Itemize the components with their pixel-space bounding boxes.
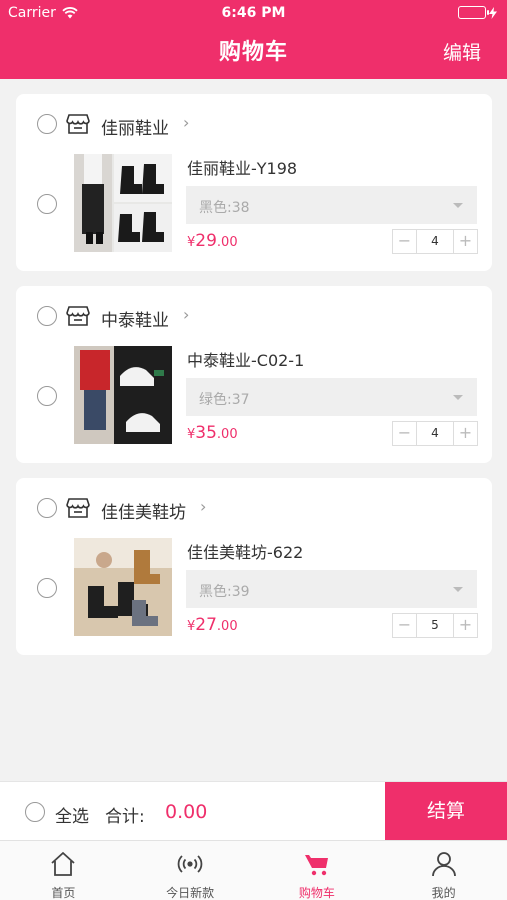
battery-indicator — [458, 6, 497, 19]
increment-button[interactable]: + — [453, 422, 477, 445]
product-photo — [74, 538, 172, 636]
user-icon — [431, 852, 456, 877]
sku-selector[interactable]: 绿色:37 — [186, 378, 477, 416]
quantity-value[interactable]: 4 — [417, 422, 453, 445]
sku-value: 黑色:38 — [199, 200, 250, 216]
quantity-stepper: − 4 + — [392, 229, 478, 254]
store-icon — [66, 114, 90, 134]
item-select-radio[interactable] — [37, 194, 57, 214]
home-icon — [51, 852, 75, 876]
decrement-button[interactable]: − — [393, 422, 417, 445]
status-bar: Carrier 6:46 PM — [0, 0, 507, 28]
checkout-bar: 全选 合计: 0.00 结算 — [0, 781, 507, 841]
product-price: ¥27.00 — [187, 615, 238, 635]
store-select-radio[interactable] — [37, 114, 57, 134]
checkout-button[interactable]: 结算 — [385, 782, 507, 841]
product-image[interactable] — [74, 154, 172, 252]
price-integer: 35 — [195, 423, 217, 443]
store-card: 中泰鞋业 › 中泰鞋业-C02-1 绿色:37 ¥35.00 − 4 + — [16, 286, 492, 463]
charging-bolt-icon — [489, 6, 497, 19]
decrement-button[interactable]: − — [393, 614, 417, 637]
quantity-stepper: − 4 + — [392, 421, 478, 446]
tab-profile[interactable]: 我的 — [380, 841, 507, 900]
quantity-value[interactable]: 4 — [417, 230, 453, 253]
store-select-radio[interactable] — [37, 498, 57, 518]
tab-new-today[interactable]: 今日新款 — [127, 841, 254, 900]
tab-home[interactable]: 首页 — [0, 841, 127, 900]
chevron-right-icon[interactable]: › — [200, 497, 206, 516]
chevron-right-icon[interactable]: › — [183, 113, 189, 132]
price-decimal: .00 — [216, 427, 238, 442]
store-name[interactable]: 佳佳美鞋坊 — [101, 498, 186, 523]
store-icon — [66, 498, 90, 518]
store-name[interactable]: 佳丽鞋业 — [101, 114, 169, 139]
tab-cart[interactable]: 购物车 — [254, 841, 381, 900]
store-card: 佳丽鞋业 › 佳丽鞋业-Y198 黑色:38 ¥29.00 − 4 + — [16, 94, 492, 271]
quantity-value[interactable]: 5 — [417, 614, 453, 637]
store-icon — [66, 306, 90, 326]
caret-down-icon — [453, 587, 463, 592]
product-title[interactable]: 佳丽鞋业-Y198 — [187, 155, 297, 179]
decrement-button[interactable]: − — [393, 230, 417, 253]
status-time: 6:46 PM — [221, 5, 286, 21]
select-all-label[interactable]: 全选 — [55, 802, 89, 827]
product-title[interactable]: 佳佳美鞋坊-622 — [187, 539, 303, 563]
price-integer: 27 — [195, 615, 217, 635]
sku-selector[interactable]: 黑色:38 — [186, 186, 477, 224]
sku-value: 绿色:37 — [199, 392, 250, 408]
tab-label: 今日新款 — [166, 886, 215, 900]
battery-icon — [458, 6, 489, 19]
product-title[interactable]: 中泰鞋业-C02-1 — [187, 347, 304, 371]
increment-button[interactable]: + — [453, 614, 477, 637]
chevron-right-icon[interactable]: › — [183, 305, 189, 324]
broadcast-icon — [177, 855, 203, 873]
tab-label: 首页 — [51, 886, 76, 900]
caret-down-icon — [453, 203, 463, 208]
product-price: ¥35.00 — [187, 423, 238, 443]
product-price: ¥29.00 — [187, 231, 238, 251]
product-photo — [74, 154, 172, 252]
store-card: 佳佳美鞋坊 › 佳佳美鞋坊-622 黑色:39 ¥27.00 − 5 + — [16, 478, 492, 655]
top-bar: Carrier 6:46 PM 购物车 编辑 — [0, 0, 507, 79]
total-amount: 0.00 — [165, 801, 208, 823]
edit-button[interactable]: 编辑 — [443, 38, 481, 65]
sku-selector[interactable]: 黑色:39 — [186, 570, 477, 608]
total-label: 合计: — [105, 807, 145, 827]
quantity-stepper: − 5 + — [392, 613, 478, 638]
item-select-radio[interactable] — [37, 386, 57, 406]
tab-bar: 首页 今日新款 购物车 我的 — [0, 840, 507, 900]
product-photo — [74, 346, 172, 444]
select-all-radio[interactable] — [25, 802, 45, 822]
caret-down-icon — [453, 395, 463, 400]
price-decimal: .00 — [216, 619, 238, 634]
increment-button[interactable]: + — [453, 230, 477, 253]
page-title: 购物车 — [218, 40, 288, 65]
tab-label: 我的 — [431, 886, 456, 900]
product-image[interactable] — [74, 538, 172, 636]
price-decimal: .00 — [216, 235, 238, 250]
cart-icon — [304, 855, 328, 876]
store-select-radio[interactable] — [37, 306, 57, 326]
price-integer: 29 — [195, 231, 217, 251]
tab-label: 购物车 — [298, 886, 335, 900]
item-select-radio[interactable] — [37, 578, 57, 598]
product-image[interactable] — [74, 346, 172, 444]
sku-value: 黑色:39 — [199, 584, 250, 600]
store-name[interactable]: 中泰鞋业 — [101, 306, 169, 331]
